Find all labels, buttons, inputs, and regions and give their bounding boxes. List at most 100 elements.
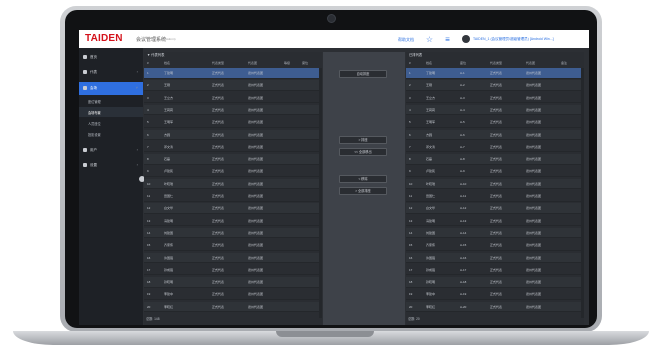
table-cell: 正式代表 <box>490 255 503 260</box>
table-cell: 正式代表 <box>212 107 225 112</box>
sidebar-subitem-venue-layout[interactable]: 会场布置 <box>79 107 143 117</box>
table-row[interactable]: 9 卢建民 正式代表 德州代表团 <box>144 166 322 177</box>
table-cell: 8 <box>409 157 411 162</box>
table-cell: 德州代表团 <box>248 292 264 297</box>
table-row[interactable]: 3 王立方 A-3 正式代表 德州代表团 <box>406 93 584 104</box>
table-row[interactable]: 12 白文华 正式代表 德州代表团 <box>144 203 322 214</box>
table-cell: 德州代表团 <box>248 255 264 260</box>
table-cell: 德州代表团 <box>526 280 542 285</box>
scrollbar[interactable] <box>581 68 584 318</box>
sidebar-item-venue[interactable]: 会场 ˅ <box>79 82 143 95</box>
table-cell: 10 <box>409 181 413 186</box>
sidebar-item-user[interactable]: 用户 › <box>79 144 143 157</box>
table-row[interactable]: 15 齐家伟 正式代表 德州代表团 <box>144 240 322 251</box>
table-row[interactable]: 9 卢建民 A-9 正式代表 德州代表团 <box>406 166 584 177</box>
table-row[interactable]: 2 王刚 正式代表 德州代表团 <box>144 80 322 91</box>
star-icon[interactable]: ☆ <box>425 35 434 44</box>
table-cell: 丁建明 <box>426 71 436 75</box>
table-row[interactable]: 1 丁建明 正式代表 德州代表团 <box>144 68 322 79</box>
avatar[interactable] <box>462 35 470 43</box>
app-screen: TAIDEN 会议管理系统 (Admin) 帮助文档 ☆ ≡ TAIDEN_1 … <box>79 30 589 325</box>
seat-button[interactable]: > 排座 <box>339 136 387 144</box>
venue-icon <box>83 86 87 90</box>
user-info[interactable]: TAIDEN_1 (会议管理员/超级管理员) [Android Win...] <box>473 37 554 42</box>
sidebar-subitem-projection[interactable]: 投影设置 <box>79 129 143 139</box>
auto-seat-button[interactable]: 自动排座 <box>339 70 387 78</box>
table-cell: 正式代表 <box>490 95 503 100</box>
column-header[interactable]: 代表团 <box>248 61 257 67</box>
table-row[interactable]: 11 田国仁 A-11 正式代表 德州代表团 <box>406 191 584 202</box>
column-header[interactable]: 代表类型 <box>490 61 502 67</box>
table-row[interactable]: 13 冯建明 正式代表 德州代表团 <box>144 216 322 227</box>
table-row[interactable]: 10 叶晓瑞 正式代表 德州代表团 <box>144 178 322 190</box>
table-cell: 德州代表团 <box>248 157 264 162</box>
column-header[interactable]: 姓名 <box>426 61 432 67</box>
table-row[interactable]: 14 刘建国 A-14 正式代表 德州代表团 <box>406 227 584 239</box>
panel-title: 已排列表 <box>409 53 423 57</box>
column-header[interactable]: # <box>147 61 149 67</box>
table-cell: 德州代表团 <box>526 157 542 162</box>
table-row[interactable]: 17 孙成强 正式代表 德州代表团 <box>144 265 322 276</box>
table-row[interactable]: 8 石磊 正式代表 德州代表团 <box>144 154 322 165</box>
sidebar-item-settings[interactable]: 设置 › <box>79 159 143 172</box>
column-header[interactable]: 备注 <box>561 61 567 67</box>
table-cell: 德州代表团 <box>526 292 542 297</box>
column-header[interactable]: # <box>409 61 411 67</box>
table-cell: 李建中 <box>426 292 436 297</box>
table-row[interactable]: 5 王明军 正式代表 德州代表团 <box>144 117 322 128</box>
table-row[interactable]: 8 石磊 A-8 正式代表 德州代表团 <box>406 154 584 165</box>
sidebar-subitem-seat-management[interactable]: 座位管理 <box>79 96 143 106</box>
table-cell: 正式代表 <box>212 83 225 88</box>
table-row[interactable]: 19 李建中 A-19 正式代表 德州代表团 <box>406 289 584 300</box>
table-row[interactable]: 6 方圆 A-6 正式代表 德州代表团 <box>406 129 584 140</box>
help-link[interactable]: 帮助文档 <box>398 37 414 43</box>
table-cell: A-9 <box>460 169 465 174</box>
table-row[interactable]: 16 许国强 正式代表 德州代表团 <box>144 252 322 263</box>
table-cell: 正式代表 <box>490 120 503 125</box>
seat-all-button[interactable]: > 全部排座 <box>339 187 387 195</box>
remove-button[interactable]: < 移除 <box>339 175 387 183</box>
sidebar-item-home[interactable]: 首页 <box>79 51 143 64</box>
table-cell: 王明军 <box>164 120 174 125</box>
column-header[interactable]: 姓名 <box>164 61 170 67</box>
table-row[interactable]: 7 邓文清 正式代表 德州代表团 <box>144 142 322 153</box>
table-row[interactable]: 20 李晓红 正式代表 德州代表团 <box>144 301 322 313</box>
table-row[interactable]: 4 王莉莉 正式代表 德州代表团 <box>144 104 322 116</box>
table-row[interactable]: 4 王莉莉 A-4 正式代表 德州代表团 <box>406 104 584 116</box>
table-row[interactable]: 5 王明军 A-5 正式代表 德州代表团 <box>406 117 584 128</box>
camera-icon <box>327 14 336 23</box>
menu-icon[interactable]: ≡ <box>443 35 452 44</box>
table-row[interactable]: 18 孙晓明 正式代表 德州代表团 <box>144 277 322 288</box>
table-row[interactable]: 6 方圆 正式代表 德州代表团 <box>144 129 322 140</box>
top-bar: TAIDEN 会议管理系统 (Admin) 帮助文档 ☆ ≡ TAIDEN_1 … <box>79 30 589 48</box>
table-row[interactable]: 19 李建中 正式代表 德州代表团 <box>144 289 322 300</box>
table-cell: 2 <box>409 83 411 88</box>
column-header[interactable]: 座位 <box>460 61 466 67</box>
table-row[interactable]: 10 叶晓瑞 A-10 正式代表 德州代表团 <box>406 178 584 190</box>
table-row[interactable]: 16 许国强 A-16 正式代表 德州代表团 <box>406 252 584 263</box>
table-cell: 11 <box>147 194 151 198</box>
brand-logo: TAIDEN <box>85 33 123 44</box>
table-cell: 正式代表 <box>490 280 503 285</box>
table-row[interactable]: 15 齐家伟 A-15 正式代表 德州代表团 <box>406 240 584 251</box>
table-row[interactable]: 17 孙成强 A-17 正式代表 德州代表团 <box>406 265 584 276</box>
column-header[interactable]: 代表团 <box>526 61 535 67</box>
table-cell: 李晓红 <box>426 304 436 309</box>
table-row[interactable]: 20 李晓红 A-20 正式代表 德州代表团 <box>406 301 584 313</box>
table-row[interactable]: 2 王刚 A-2 正式代表 德州代表团 <box>406 80 584 91</box>
table-row[interactable]: 13 冯建明 A-13 正式代表 德州代表团 <box>406 216 584 227</box>
table-row[interactable]: 18 孙晓明 A-18 正式代表 德州代表团 <box>406 277 584 288</box>
sidebar-item-delegates[interactable]: 代表 › <box>79 66 143 79</box>
table-row[interactable]: 7 邓文清 A-7 正式代表 德州代表团 <box>406 142 584 153</box>
table-row[interactable]: 1 丁建明 A-1 正式代表 德州代表团 <box>406 68 584 79</box>
column-header[interactable]: 席位 <box>302 61 308 67</box>
sidebar-subitem-person-seat[interactable]: 人员座位 <box>79 118 143 128</box>
column-header[interactable]: 代表类型 <box>212 61 224 67</box>
table-row[interactable]: 3 王立方 正式代表 德州代表团 <box>144 93 322 104</box>
table-row[interactable]: 11 田国仁 正式代表 德州代表团 <box>144 191 322 202</box>
remove-all-button[interactable]: << 全部移出 <box>339 148 387 156</box>
scrollbar[interactable] <box>319 68 322 318</box>
column-header[interactable]: 等级 <box>284 61 290 67</box>
table-row[interactable]: 14 刘建国 正式代表 德州代表团 <box>144 227 322 239</box>
table-row[interactable]: 12 白文华 A-12 正式代表 德州代表团 <box>406 203 584 214</box>
